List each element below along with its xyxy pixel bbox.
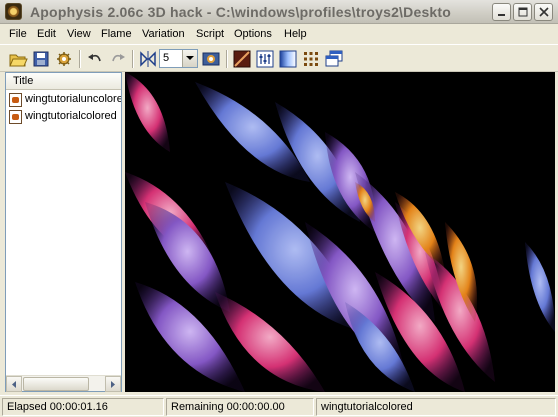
scroll-right-icon[interactable] xyxy=(105,376,121,392)
minimize-button[interactable] xyxy=(492,3,511,21)
menu-options[interactable]: Options xyxy=(234,28,272,40)
save-icon[interactable] xyxy=(31,49,51,69)
undo-icon[interactable] xyxy=(85,49,105,69)
grid-icon[interactable] xyxy=(301,49,321,69)
toolbar-separator xyxy=(79,50,81,68)
window-title: Apophysis 2.06c 3D hack - C:\windows\pro… xyxy=(30,4,452,20)
chevron-down-icon[interactable] xyxy=(182,50,197,67)
redo-icon[interactable] xyxy=(108,49,128,69)
menu-help[interactable]: Help xyxy=(284,28,307,40)
toolbar-separator xyxy=(226,50,228,68)
adjust-icon[interactable] xyxy=(255,49,275,69)
status-remaining: Remaining 00:00:00.00 xyxy=(166,398,314,416)
window-icon[interactable] xyxy=(324,49,344,69)
menu-bar: File Edit View Flame Variation Script Op… xyxy=(0,25,558,44)
symmetry-icon[interactable] xyxy=(138,49,158,69)
maximize-button[interactable] xyxy=(513,3,532,21)
open-icon[interactable] xyxy=(8,49,28,69)
status-flame-name-text: wingtutorialcolored xyxy=(321,401,413,413)
symmetry-order-select[interactable]: 5 xyxy=(159,49,198,68)
menu-variation[interactable]: Variation xyxy=(142,28,185,40)
horizontal-scrollbar[interactable] xyxy=(6,375,121,392)
palette-icon[interactable] xyxy=(278,49,298,69)
status-bar: Elapsed 00:00:01.16 Remaining 00:00:00.0… xyxy=(0,395,558,417)
close-button[interactable] xyxy=(534,3,553,21)
list-item-label: wingtutorialuncolored xyxy=(25,93,121,105)
symmetry-order-value: 5 xyxy=(163,52,170,64)
gradient-icon[interactable] xyxy=(232,49,252,69)
status-elapsed: Elapsed 00:00:01.16 xyxy=(2,398,164,416)
list-item-label: wingtutorialcolored xyxy=(25,110,117,122)
list-header-title[interactable]: Title xyxy=(6,73,121,90)
render-icon[interactable] xyxy=(201,49,221,69)
menu-view[interactable]: View xyxy=(67,28,91,40)
scrollbar-thumb[interactable] xyxy=(23,377,89,391)
apophysis-app-icon[interactable] xyxy=(5,3,22,20)
status-remaining-text: Remaining 00:00:00.00 xyxy=(171,401,285,413)
flame-file-icon xyxy=(9,110,22,124)
list-header-label: Title xyxy=(13,75,34,87)
list-item[interactable]: wingtutorialuncolored xyxy=(9,92,121,108)
flame-list[interactable]: Title wingtutorialuncolored wingtutorial… xyxy=(5,72,122,392)
flame-render-image xyxy=(125,72,555,392)
menu-script[interactable]: Script xyxy=(196,28,224,40)
menu-file[interactable]: File xyxy=(9,28,27,40)
flame-file-icon xyxy=(9,93,22,107)
menu-flame[interactable]: Flame xyxy=(101,28,132,40)
toolbar xyxy=(0,44,558,72)
flame-preview[interactable] xyxy=(125,72,555,392)
title-bar[interactable]: Apophysis 2.06c 3D hack - C:\windows\pro… xyxy=(0,0,558,24)
status-elapsed-text: Elapsed 00:00:01.16 xyxy=(7,401,108,413)
scroll-left-icon[interactable] xyxy=(6,376,22,392)
menu-edit[interactable]: Edit xyxy=(37,28,56,40)
settings-icon[interactable] xyxy=(54,49,74,69)
list-item[interactable]: wingtutorialcolored xyxy=(9,109,121,125)
toolbar-separator xyxy=(132,50,134,68)
status-flame-name: wingtutorialcolored xyxy=(316,398,556,416)
